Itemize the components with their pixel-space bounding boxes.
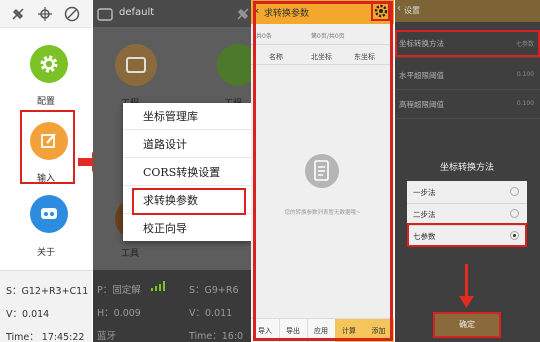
screen-highlight-box (253, 1, 393, 341)
settings-screen: ‹ 设置 坐标转换方法 七参数 水平超限阈值 0.100 高程超限阈值 0.10… (395, 0, 540, 342)
tools-app-label: 工具 (121, 249, 140, 259)
option-label: 二步法 (413, 210, 436, 219)
top-toolbar (0, 0, 92, 28)
satellite-icon[interactable] (236, 6, 250, 22)
page-title: 设置 (404, 6, 420, 15)
popup-menu: 坐标管理库 道路设计 CORS转换设置 求转换参数 校正向导 (123, 103, 251, 241)
about-app-button[interactable] (30, 195, 68, 233)
menu-item-road-design[interactable]: 道路设计 (123, 131, 251, 158)
compute-params-highlight-box (132, 188, 246, 215)
title-bar: ‹ 设置 (395, 0, 540, 22)
setting-value: 0.100 (516, 100, 534, 107)
satellite-count: S：G12+R3+C11 (6, 286, 89, 297)
satellite-icon[interactable] (10, 6, 26, 22)
arrow-head-icon (459, 296, 474, 308)
info-icon (41, 208, 57, 219)
project-name: default (119, 7, 155, 18)
config-app-button-dim[interactable] (217, 44, 251, 86)
transform-method-highlight-box (395, 30, 540, 57)
gear-highlight-box (371, 1, 390, 21)
config-app-label: 配置 (36, 97, 55, 107)
folder-icon[interactable] (97, 6, 113, 22)
confirm-highlight-box (433, 312, 501, 338)
setting-value: 0.100 (516, 71, 534, 78)
config-app-button[interactable] (30, 45, 68, 83)
vertical-precision: V：0.011 (189, 308, 233, 319)
option-one-step[interactable]: 一步法 (407, 181, 527, 204)
about-app-label: 关于 (36, 248, 55, 258)
menu-screen-panel: default 工程 工程 工具 坐标管理库 道路设计 CORS转换设置 求转换… (93, 0, 251, 342)
menu-item-calibration-wizard[interactable]: 校正向导 (123, 215, 251, 242)
bluetooth-status: 蓝牙 (97, 331, 117, 342)
horizontal-precision: H：0.009 (97, 308, 141, 319)
crosshair-icon[interactable] (37, 6, 53, 22)
compass-icon[interactable] (64, 6, 80, 22)
folder-icon (126, 57, 146, 73)
option-label: 一步法 (413, 188, 436, 197)
radio-button[interactable] (510, 209, 519, 218)
satellite-count: S：G9+R6 (189, 285, 239, 296)
menu-item-coordinate-library[interactable]: 坐标管理库 (123, 103, 251, 130)
time-readout: Time： 17:45:22 (6, 332, 85, 342)
setting-row-vertical-threshold[interactable]: 高程超限阈值 0.100 (395, 90, 540, 119)
back-icon[interactable]: ‹ (397, 3, 401, 14)
top-toolbar: default (93, 0, 251, 27)
vertical-precision: V：0.014 (6, 309, 50, 320)
radio-button[interactable] (510, 187, 519, 196)
status-panel: S：G12+R3+C11 V：0.014 Time： 17:45:22 (0, 270, 92, 342)
status-panel: P：固定解 H：0.009 蓝牙 S：G9+R6 V：0.011 Time：16… (93, 270, 251, 342)
setting-label: 高程超限阈值 (399, 100, 444, 109)
input-highlight-box (20, 110, 75, 184)
fix-status: P：固定解 (97, 285, 141, 296)
menu-item-cors-settings[interactable]: CORS转换设置 (123, 159, 251, 186)
setting-row-horizontal-threshold[interactable]: 水平超限阈值 0.100 (395, 61, 540, 90)
signal-strength-icon (151, 281, 165, 291)
down-arrow-annotation (465, 264, 468, 300)
project-app-button[interactable] (115, 44, 157, 86)
transform-method-dialog: 坐标转换方法 一步法 二步法 七参数 (407, 155, 527, 247)
setting-label: 水平超限阈值 (399, 71, 444, 80)
seven-param-highlight-box (407, 223, 527, 247)
dialog-title: 坐标转换方法 (407, 155, 527, 181)
gear-icon (40, 55, 58, 73)
compute-params-screen: ‹ 求转换参数 共0条 第0页/共0页 名称 北坐标 东坐标 您的转换参数列表暂… (251, 0, 394, 342)
time-readout: Time：16:0 (189, 331, 244, 342)
